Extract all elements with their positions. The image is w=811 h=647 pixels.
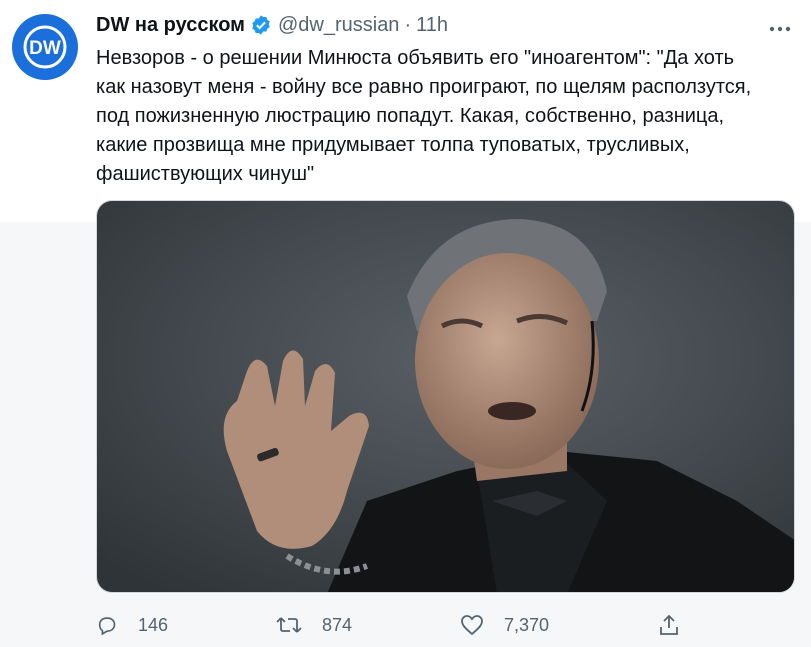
tweet-text: Невзоров - о решении Минюста объявить ег… xyxy=(96,47,752,185)
reply-count: 146 xyxy=(138,614,169,635)
tweet-photo[interactable] xyxy=(96,200,795,593)
reply-button[interactable]: 146 xyxy=(96,612,168,638)
photo-image xyxy=(97,201,794,592)
share-icon xyxy=(660,614,678,635)
display-name[interactable]: DW на русском xyxy=(96,14,245,37)
tweet-actions: 146 874 7,370 xyxy=(96,612,696,638)
heart-icon xyxy=(461,615,483,636)
retweet-icon xyxy=(276,617,302,633)
avatar[interactable]: DW xyxy=(12,14,78,80)
like-count: 7,370 xyxy=(504,614,550,635)
timestamp[interactable]: 11h xyxy=(416,14,448,37)
retweet-count: 874 xyxy=(322,614,353,635)
verified-badge-icon xyxy=(250,14,272,36)
handle[interactable]: @dw_russian xyxy=(278,14,399,37)
reply-icon xyxy=(98,617,116,636)
svg-text:DW: DW xyxy=(29,38,61,59)
tweet-header: DW на русском @dw_russian · 11h xyxy=(96,12,448,38)
tweet-card[interactable]: DW DW на русском @dw_russian · 11h Невзо… xyxy=(0,0,811,647)
retweet-button[interactable]: 874 xyxy=(276,612,352,638)
like-button[interactable]: 7,370 xyxy=(460,612,549,638)
more-options-icon[interactable] xyxy=(767,16,793,42)
dw-logo-icon: DW xyxy=(23,25,67,69)
separator-dot: · xyxy=(404,13,412,36)
share-button[interactable] xyxy=(658,612,680,638)
